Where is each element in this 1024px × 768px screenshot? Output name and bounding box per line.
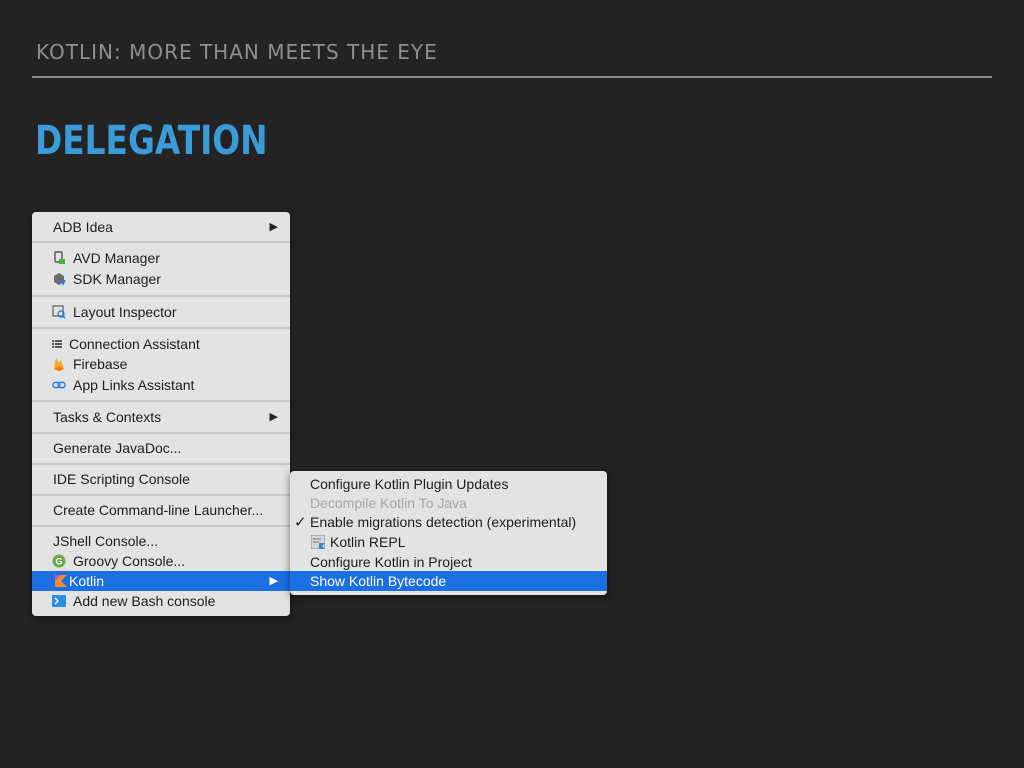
menu-separator [32, 525, 290, 527]
menu-item-adb-idea[interactable]: ADB Idea ▶ [32, 217, 290, 237]
menu-item-label: Tasks & Contexts [53, 409, 162, 425]
menu-item-label: Enable migrations detection (experimenta… [310, 514, 577, 530]
menu-item-groovy-console[interactable]: G Groovy Console... [32, 551, 290, 571]
menu-separator [32, 432, 290, 434]
menu-separator [32, 327, 290, 329]
kotlin-submenu: Configure Kotlin Plugin Updates Decompil… [290, 471, 607, 595]
menu-item-app-links-assistant[interactable]: App Links Assistant [32, 375, 290, 395]
menu-item-add-bash-console[interactable]: Add new Bash console [32, 591, 290, 611]
menu-item-firebase[interactable]: Firebase [32, 354, 290, 374]
tools-menu: ADB Idea ▶ AVD Manager SDK Manager Layou… [32, 212, 290, 616]
menu-item-label: ADB Idea [53, 219, 113, 235]
header-divider [32, 76, 992, 78]
menu-item-jshell-console[interactable]: JShell Console... [32, 531, 290, 551]
menu-item-label: Decompile Kotlin To Java [310, 495, 467, 511]
slide-title: DELEGATION [35, 118, 268, 164]
kotlin-icon [54, 574, 68, 588]
submenu-item-show-kotlin-bytecode[interactable]: Show Kotlin Bytecode [290, 571, 607, 591]
menu-separator [32, 463, 290, 465]
menu-separator [32, 241, 290, 243]
menu-item-connection-assistant[interactable]: Connection Assistant [32, 334, 290, 354]
menu-item-label: SDK Manager [73, 271, 161, 287]
menu-item-create-launcher[interactable]: Create Command-line Launcher... [32, 500, 290, 520]
submenu-item-decompile-kotlin[interactable]: Decompile Kotlin To Java [290, 493, 607, 513]
checkmark-icon: ✓ [294, 514, 307, 531]
menu-item-label: JShell Console... [53, 533, 159, 549]
submenu-item-configure-kotlin-project[interactable]: Configure Kotlin in Project [290, 552, 607, 572]
menu-item-label: App Links Assistant [73, 377, 195, 393]
menu-item-label: IDE Scripting Console [53, 471, 190, 487]
menu-item-label: Configure Kotlin in Project [310, 554, 472, 570]
submenu-item-configure-updates[interactable]: Configure Kotlin Plugin Updates [290, 474, 607, 494]
menu-item-label: Configure Kotlin Plugin Updates [310, 476, 509, 492]
layout-inspector-icon [52, 305, 66, 319]
menu-item-ide-scripting-console[interactable]: IDE Scripting Console [32, 469, 290, 489]
kotlin-repl-icon [311, 535, 325, 549]
avd-manager-icon [52, 251, 66, 265]
menu-item-label: Connection Assistant [69, 336, 200, 352]
menu-separator [32, 494, 290, 496]
menu-item-label: Show Kotlin Bytecode [310, 573, 447, 589]
menu-item-label: AVD Manager [73, 250, 160, 266]
submenu-arrow-icon: ▶ [269, 575, 278, 587]
menu-item-generate-javadoc[interactable]: Generate JavaDoc... [32, 438, 290, 458]
menu-item-label: Layout Inspector [73, 304, 177, 320]
menu-item-label: Add new Bash console [73, 593, 216, 609]
menu-item-label: Create Command-line Launcher... [53, 502, 264, 518]
list-icon [52, 337, 62, 351]
firebase-icon [52, 357, 66, 371]
svg-text:G: G [55, 557, 62, 567]
menu-item-label: Groovy Console... [73, 553, 186, 569]
menu-item-label: Generate JavaDoc... [53, 440, 182, 456]
submenu-arrow-icon: ▶ [269, 411, 278, 423]
menu-item-label: Kotlin [69, 573, 105, 589]
slide-header: KOTLIN: MORE THAN MEETS THE EYE [36, 40, 438, 64]
submenu-item-enable-migrations[interactable]: ✓ Enable migrations detection (experimen… [290, 512, 607, 532]
submenu-item-kotlin-repl[interactable]: Kotlin REPL [290, 532, 607, 552]
menu-item-sdk-manager[interactable]: SDK Manager [32, 269, 290, 289]
menu-item-layout-inspector[interactable]: Layout Inspector [32, 302, 290, 322]
menu-item-label: Kotlin REPL [330, 534, 406, 550]
menu-item-tasks-contexts[interactable]: Tasks & Contexts ▶ [32, 407, 290, 427]
menu-separator [32, 295, 290, 297]
menu-separator [32, 400, 290, 402]
submenu-arrow-icon: ▶ [269, 221, 278, 233]
menu-item-kotlin[interactable]: Kotlin ▶ [32, 571, 290, 591]
menu-item-label: Firebase [73, 356, 128, 372]
sdk-manager-icon [52, 272, 66, 286]
menu-item-avd-manager[interactable]: AVD Manager [32, 248, 290, 268]
groovy-icon: G [52, 554, 66, 568]
bash-icon [52, 594, 66, 608]
link-icon [52, 378, 66, 392]
